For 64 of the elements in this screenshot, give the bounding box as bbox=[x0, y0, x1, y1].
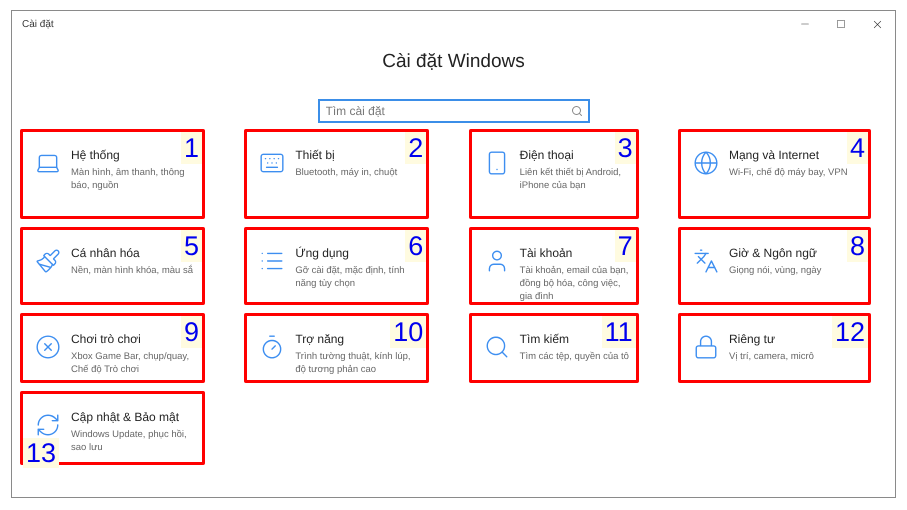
settings-tile[interactable]: Tìm kiếm Tìm các tệp, quyền của tô 11 bbox=[468, 313, 639, 383]
x-circle-icon bbox=[35, 334, 61, 360]
tile-title: Trợ năng bbox=[295, 332, 346, 346]
language-icon bbox=[692, 248, 719, 274]
settings-tile[interactable]: Ứng dụng Gỡ cài đặt, mặc định, tính năng tùy chọn 6 bbox=[244, 227, 430, 305]
tile-title: Tài khoản bbox=[520, 246, 574, 260]
window-title: Cài đặt bbox=[22, 18, 54, 30]
settings-tile[interactable]: Chơi trò chơi Xbox Game Bar, chụp/quay, Chế độ Trò chơi 9 bbox=[20, 313, 205, 383]
tile-title: Cập nhật & Bảo mật bbox=[71, 410, 180, 424]
settings-tile[interactable]: Giờ & Ngôn ngữ Giọng nói, vùng, ngày 8 bbox=[678, 227, 871, 305]
maximize-icon bbox=[836, 19, 846, 29]
tile-description: Wi-Fi, chế độ máy bay, VPN bbox=[728, 166, 848, 179]
annotation-number: 10 bbox=[390, 316, 426, 348]
annotation-number: 5 bbox=[180, 230, 202, 262]
annotation-number: 1 bbox=[180, 132, 202, 164]
tile-title: Cá nhân hóa bbox=[71, 246, 141, 260]
tile-description: Giọng nói, vùng, ngày bbox=[728, 264, 822, 277]
annotation-number: 9 bbox=[180, 316, 202, 348]
settings-tile[interactable]: Thiết bị Bluetooth, máy in, chuột 2 bbox=[244, 129, 430, 219]
search-icon bbox=[570, 105, 582, 117]
tile-description: Tài khoản, email của bạn, đồng bộ hóa, công việc, gia đình bbox=[520, 264, 630, 303]
search-field[interactable]: Tìm cài đặt bbox=[318, 99, 590, 123]
settings-tile[interactable]: Trợ năng Trình tường thuật, kính lúp, độ tương phản cao 10 bbox=[244, 313, 430, 383]
tile-description: Xbox Game Bar, chụp/quay, Chế độ Trò chơi bbox=[71, 350, 190, 376]
tile-description: Windows Update, phục hồi, sao lưu bbox=[71, 428, 188, 454]
tile-description: Màn hình, âm thanh, thông báo, nguồn bbox=[71, 166, 186, 192]
tile-description: Liên kết thiết bị Android, iPhone của bạn bbox=[520, 166, 622, 192]
page-heading: Cài đặt Windows bbox=[382, 51, 525, 73]
tile-title: Thiết bị bbox=[295, 148, 336, 162]
tile-title: Ứng dụng bbox=[295, 246, 350, 260]
settings-tile[interactable]: Điện thoại Liên kết thiết bị Android, iPhone của bạn 3 bbox=[468, 129, 639, 219]
tile-title: Chơi trò chơi bbox=[71, 332, 142, 346]
lock-icon bbox=[692, 334, 719, 360]
annotation-number: 13 bbox=[23, 438, 60, 468]
tile-title: Riêng tư bbox=[728, 332, 776, 346]
annotation-number: 11 bbox=[602, 316, 636, 348]
tile-title: Hệ thống bbox=[71, 148, 121, 162]
tile-description: Trình tường thuật, kính lúp, độ tương phản cao bbox=[295, 350, 412, 376]
tile-title: Điện thoại bbox=[520, 148, 575, 162]
settings-tile[interactable]: Hệ thống Màn hình, âm thanh, thông báo, nguồn 1 bbox=[20, 129, 205, 219]
search-icon bbox=[484, 334, 510, 360]
tile-description: Tìm các tệp, quyền của tô bbox=[520, 350, 629, 363]
annotation-number: 6 bbox=[405, 230, 426, 262]
annotation-number: 7 bbox=[614, 230, 636, 262]
globe-icon bbox=[692, 150, 719, 176]
tile-description: Gỡ cài đặt, mặc định, tính năng tùy chọn bbox=[295, 264, 406, 290]
annotation-number: 2 bbox=[405, 132, 426, 164]
tile-title: Mạng và Internet bbox=[728, 148, 820, 162]
settings-tile[interactable]: 13 Cập nhật & Bảo mật Windows Update, phục hồi, sao lưu bbox=[20, 391, 205, 465]
annotation-number: 8 bbox=[846, 230, 868, 262]
annotation-number: 12 bbox=[832, 316, 868, 348]
tile-title: Tìm kiếm bbox=[520, 332, 570, 346]
paintbrush-icon bbox=[35, 248, 61, 274]
settings-tile[interactable]: Tài khoản Tài khoản, email của bạn, đồng bộ hóa, công việc, gia đình 7 bbox=[468, 227, 639, 305]
tile-description: Nền, màn hình khóa, màu sắ bbox=[71, 264, 193, 277]
settings-tile[interactable]: Riêng tư Vị trí, camera, micrô 12 bbox=[678, 313, 871, 383]
tile-description: Bluetooth, máy in, chuột bbox=[295, 166, 398, 179]
settings-tile[interactable]: Cá nhân hóa Nền, màn hình khóa, màu sắ 5 bbox=[20, 227, 205, 305]
annotation-number: 3 bbox=[614, 132, 636, 164]
annotation-number: 4 bbox=[846, 132, 868, 164]
refresh-icon bbox=[35, 412, 61, 438]
tile-description: Vị trí, camera, micrô bbox=[728, 350, 814, 363]
tile-title: Giờ & Ngôn ngữ bbox=[728, 246, 818, 260]
settings-tile[interactable]: Mạng và Internet Wi-Fi, chế độ máy bay, VPN 4 bbox=[678, 129, 871, 219]
